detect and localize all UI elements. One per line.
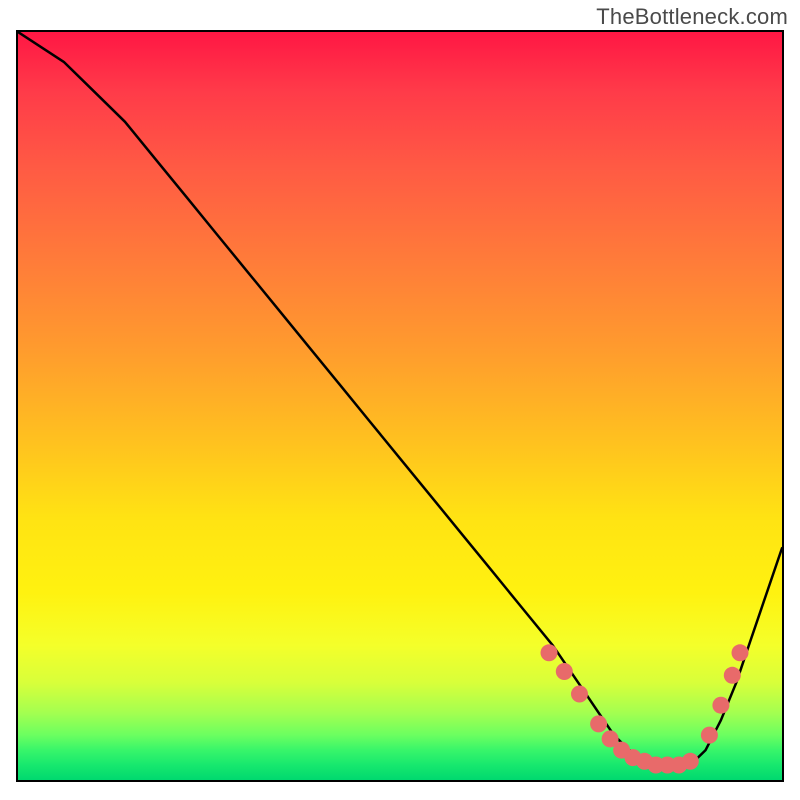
bottleneck-curve bbox=[18, 32, 782, 765]
curve-marker bbox=[732, 644, 749, 661]
curve-marker bbox=[712, 697, 729, 714]
curve-marker bbox=[701, 727, 718, 744]
curve-marker bbox=[682, 753, 699, 770]
curve-layer bbox=[18, 32, 782, 780]
curve-marker bbox=[590, 715, 607, 732]
chart-frame: TheBottleneck.com bbox=[0, 0, 800, 800]
plot-area bbox=[16, 30, 784, 782]
curve-marker bbox=[541, 644, 558, 661]
curve-marker bbox=[571, 686, 588, 703]
curve-marker bbox=[724, 667, 741, 684]
curve-markers bbox=[541, 644, 749, 773]
curve-marker bbox=[556, 663, 573, 680]
watermark-text: TheBottleneck.com bbox=[596, 4, 788, 30]
